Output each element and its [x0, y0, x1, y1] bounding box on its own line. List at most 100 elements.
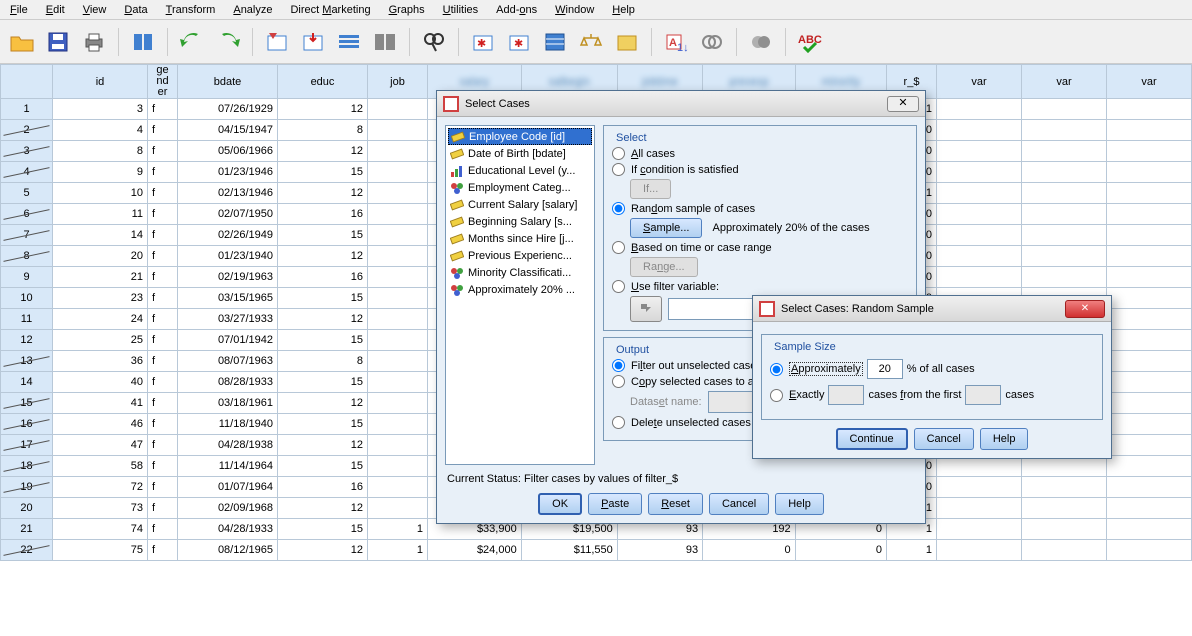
continue-button[interactable]: Continue: [836, 428, 908, 450]
cell-jobcat[interactable]: [368, 267, 428, 288]
cell-empty[interactable]: [1022, 141, 1107, 162]
cell-jobcat[interactable]: [368, 372, 428, 393]
row-number[interactable]: 3: [1, 141, 53, 162]
cell-id[interactable]: 23: [53, 288, 148, 309]
cell-gender[interactable]: f: [148, 456, 178, 477]
radio-use-filter[interactable]: [612, 280, 625, 293]
row-number[interactable]: 10: [1, 288, 53, 309]
cell-empty[interactable]: [937, 183, 1022, 204]
cell-empty[interactable]: [1022, 99, 1107, 120]
cell-gender[interactable]: f: [148, 141, 178, 162]
cell-gender[interactable]: f: [148, 288, 178, 309]
col-header-var[interactable]: var: [937, 65, 1022, 99]
cell-bdate[interactable]: 04/15/1947: [178, 120, 278, 141]
cell-educ[interactable]: 12: [278, 435, 368, 456]
cell-educ[interactable]: 15: [278, 288, 368, 309]
cell-id[interactable]: 36: [53, 351, 148, 372]
split-file-icon[interactable]: [539, 26, 571, 58]
cell-gender[interactable]: f: [148, 267, 178, 288]
cell-id[interactable]: 40: [53, 372, 148, 393]
row-number[interactable]: 14: [1, 372, 53, 393]
cell-jobcat[interactable]: [368, 414, 428, 435]
cell-bdate[interactable]: 11/14/1964: [178, 456, 278, 477]
cell-gender[interactable]: f: [148, 414, 178, 435]
cell-id[interactable]: 47: [53, 435, 148, 456]
cell-jobcat[interactable]: [368, 246, 428, 267]
cell-bdate[interactable]: 11/18/1940: [178, 414, 278, 435]
recall-icon[interactable]: [127, 26, 159, 58]
cell-jobcat[interactable]: [368, 309, 428, 330]
cell-salary[interactable]: $24,000: [428, 540, 522, 561]
cell-jobcat[interactable]: 1: [368, 540, 428, 561]
row-number[interactable]: 1: [1, 99, 53, 120]
cell-empty[interactable]: [1022, 498, 1107, 519]
variable-item[interactable]: Previous Experienc...: [448, 247, 592, 264]
cell-id[interactable]: 72: [53, 477, 148, 498]
paste-button[interactable]: Paste: [588, 493, 642, 515]
menu-direct-marketing[interactable]: Direct Marketing: [290, 4, 370, 16]
cell-bdate[interactable]: 08/28/1933: [178, 372, 278, 393]
cell-empty[interactable]: [1107, 477, 1192, 498]
filter-variable-input[interactable]: [668, 298, 758, 320]
cell-educ[interactable]: 12: [278, 540, 368, 561]
cell-gender[interactable]: f: [148, 225, 178, 246]
spellcheck-icon[interactable]: ABC: [794, 26, 826, 58]
cell-empty[interactable]: [1107, 393, 1192, 414]
sample-button[interactable]: Sample...: [630, 218, 702, 238]
menu-addons[interactable]: Add-ons: [496, 4, 537, 16]
row-number[interactable]: 6: [1, 204, 53, 225]
variable-item[interactable]: Beginning Salary [s...: [448, 213, 592, 230]
table-row[interactable]: 2275f08/12/1965121$24,000$11,55093001: [1, 540, 1192, 561]
col-header-jobcat[interactable]: job: [368, 65, 428, 99]
cell-empty[interactable]: [1107, 162, 1192, 183]
cell-empty[interactable]: [1107, 120, 1192, 141]
cell-jobcat[interactable]: 1: [368, 519, 428, 540]
cell-jobcat[interactable]: [368, 456, 428, 477]
cell-empty[interactable]: [1107, 141, 1192, 162]
cell-bdate[interactable]: 01/23/1940: [178, 246, 278, 267]
cell-bdate[interactable]: 03/27/1933: [178, 309, 278, 330]
cell-empty[interactable]: [1107, 267, 1192, 288]
cell-empty[interactable]: [1107, 519, 1192, 540]
value-labels-icon[interactable]: A1↓: [660, 26, 692, 58]
cell-id[interactable]: 25: [53, 330, 148, 351]
goto-case-icon[interactable]: [261, 26, 293, 58]
cell-id[interactable]: 8: [53, 141, 148, 162]
cell-educ[interactable]: 15: [278, 330, 368, 351]
cell-jobcat[interactable]: [368, 225, 428, 246]
cell-gender[interactable]: f: [148, 246, 178, 267]
cell-gender[interactable]: f: [148, 393, 178, 414]
radio-filter-out[interactable]: [612, 359, 625, 372]
cell-jobcat[interactable]: [368, 183, 428, 204]
cell-educ[interactable]: 16: [278, 267, 368, 288]
cell-empty[interactable]: [1107, 225, 1192, 246]
row-number[interactable]: 5: [1, 183, 53, 204]
cell-empty[interactable]: [937, 162, 1022, 183]
cell-empty[interactable]: [937, 477, 1022, 498]
menu-help[interactable]: Help: [612, 4, 635, 16]
menu-analyze[interactable]: Analyze: [233, 4, 272, 16]
cell-id[interactable]: 21: [53, 267, 148, 288]
cell-gender[interactable]: f: [148, 162, 178, 183]
cell-empty[interactable]: [1107, 99, 1192, 120]
row-number[interactable]: 12: [1, 330, 53, 351]
cell-empty[interactable]: [1107, 456, 1192, 477]
cell-jobcat[interactable]: [368, 477, 428, 498]
cell-bdate[interactable]: 01/23/1946: [178, 162, 278, 183]
dialog-titlebar[interactable]: Select Cases: Random Sample ✕: [753, 296, 1111, 322]
cell-gender[interactable]: f: [148, 519, 178, 540]
variable-item[interactable]: Employment Categ...: [448, 179, 592, 196]
cell-bdate[interactable]: 02/26/1949: [178, 225, 278, 246]
cell-empty[interactable]: [1107, 330, 1192, 351]
use-sets-icon[interactable]: [696, 26, 728, 58]
cell-educ[interactable]: 12: [278, 498, 368, 519]
menu-file[interactable]: File: [10, 4, 28, 16]
cell-id[interactable]: 11: [53, 204, 148, 225]
radio-approximately[interactable]: [770, 363, 783, 376]
cell-filter[interactable]: 1: [887, 540, 937, 561]
cell-bdate[interactable]: 02/09/1968: [178, 498, 278, 519]
cell-jobcat[interactable]: [368, 435, 428, 456]
cell-minority[interactable]: 0: [795, 540, 886, 561]
row-number[interactable]: 19: [1, 477, 53, 498]
help-button[interactable]: Help: [775, 493, 824, 515]
